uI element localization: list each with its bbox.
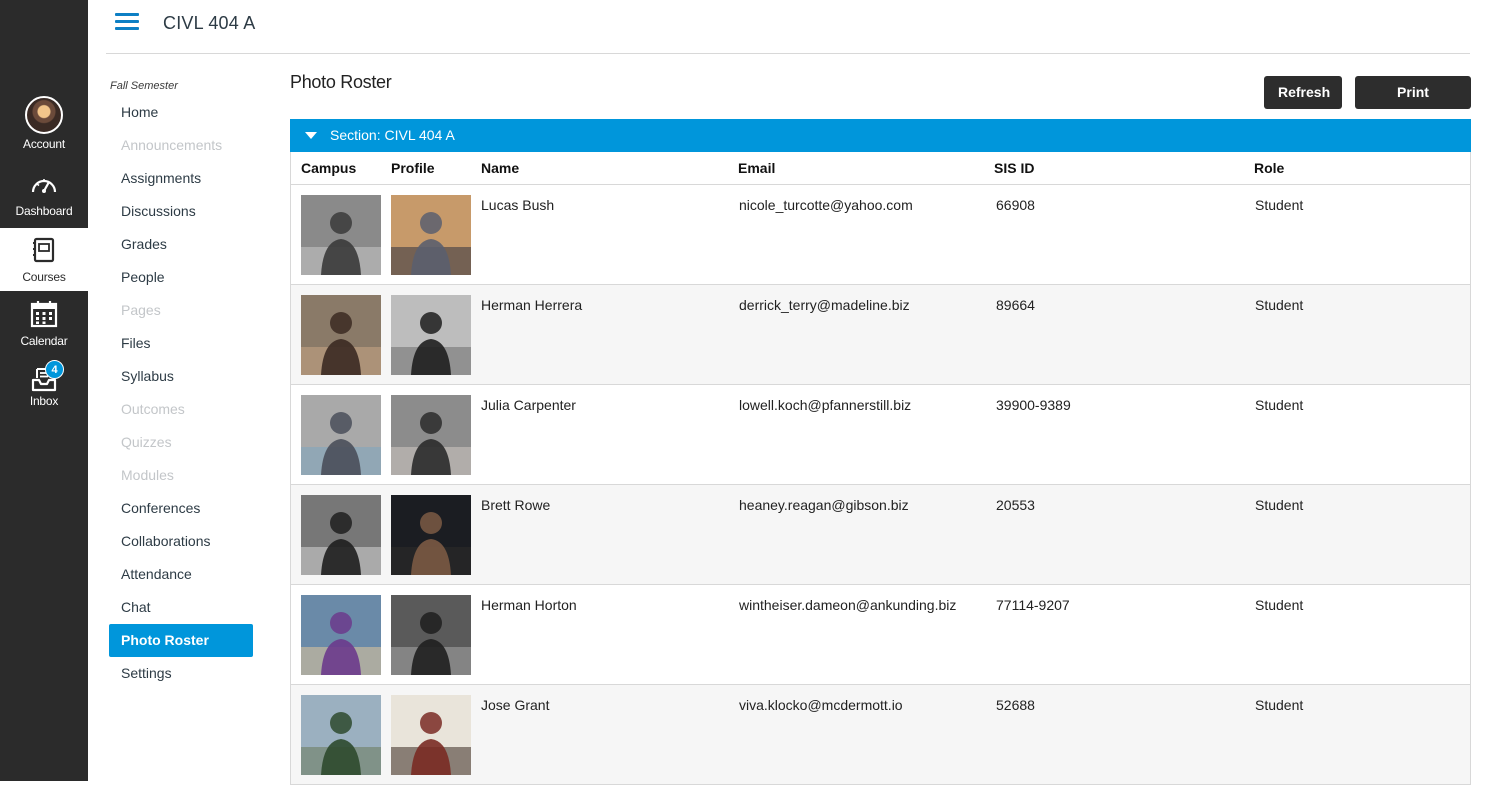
table-header: Campus Profile Name Email SIS ID Role (291, 152, 1470, 185)
table-row: Herman Horton wintheiser.dameon@ankunding… (291, 585, 1470, 685)
table-row: Lucas Bush nicole_turcotte@yahoo.com 66908… (291, 185, 1470, 285)
course-nav-item-collaborations[interactable]: Collaborations (109, 525, 253, 558)
student-name: Julia Carpenter (481, 397, 576, 413)
course-nav-item-grades[interactable]: Grades (109, 228, 253, 261)
header-email: Email (738, 160, 776, 176)
course-title[interactable]: CIVL 404 A (163, 13, 255, 34)
header-campus: Campus (301, 160, 357, 176)
global-nav-dashboard[interactable]: Dashboard (0, 172, 88, 228)
student-name: Herman Horton (481, 597, 577, 613)
course-nav-item-discussions[interactable]: Discussions (109, 195, 253, 228)
header-name: Name (481, 160, 520, 176)
student-role: Student (1255, 597, 1304, 613)
refresh-button[interactable]: Refresh (1264, 76, 1342, 109)
profile-photo[interactable] (391, 495, 471, 575)
table-row: Brett Rowe heaney.reagan@gibson.biz 20553 S… (291, 485, 1470, 585)
student-role: Student (1255, 497, 1304, 513)
student-sis-id: 20553 (996, 497, 1035, 513)
student-role: Student (1255, 297, 1304, 313)
student-email: heaney.reagan@gibson.biz (739, 497, 909, 513)
student-name: Brett Rowe (481, 497, 551, 513)
student-email: viva.klocko@mcdermott.io (739, 697, 903, 713)
calendar-icon (30, 301, 58, 328)
table-row: Herman Herrera derrick_terry@madeline.biz… (291, 285, 1470, 385)
campus-photo[interactable] (301, 695, 381, 775)
student-email: wintheiser.dameon@ankunding.biz (739, 597, 957, 613)
student-role: Student (1255, 697, 1304, 713)
course-nav-item-attendance[interactable]: Attendance (109, 558, 253, 591)
student-email: derrick_terry@madeline.biz (739, 297, 910, 313)
student-sis-id: 66908 (996, 197, 1035, 213)
table-row: Jose Grant viva.klocko@mcdermott.io 52688 S… (291, 685, 1470, 785)
student-name: Herman Herrera (481, 297, 583, 313)
student-name: Jose Grant (481, 697, 550, 713)
profile-photo[interactable] (391, 295, 471, 375)
course-nav-item-outcomes[interactable]: Outcomes (109, 393, 253, 426)
campus-photo[interactable] (301, 395, 381, 475)
profile-photo[interactable] (391, 695, 471, 775)
global-nav-courses-label: Courses (22, 270, 66, 284)
course-nav-item-quizzes[interactable]: Quizzes (109, 426, 253, 459)
course-nav: Fall Semester Home Announcements Assignmen… (109, 78, 259, 690)
print-preview-button[interactable]: Print Preveiw (1355, 76, 1471, 133)
section-toggle[interactable]: Section: CIVL 404 A (290, 119, 1471, 152)
student-email: lowell.koch@pfannerstill.biz (739, 397, 912, 413)
account-avatar (25, 96, 63, 134)
student-name: Lucas Bush (481, 197, 555, 213)
global-nav-calendar-label: Calendar (20, 334, 68, 348)
global-nav-inbox[interactable]: 4 Inbox (0, 360, 88, 416)
course-nav-item-modules[interactable]: Modules (109, 459, 253, 492)
course-header: CIVL 404 A (106, 0, 1470, 54)
campus-photo[interactable] (301, 295, 381, 375)
inbox-unread-badge: 4 (45, 360, 64, 379)
course-nav-item-photo-roster[interactable]: Photo Roster (109, 624, 253, 657)
global-nav-account-label: Account (23, 137, 65, 151)
header-role: Role (1254, 160, 1285, 176)
course-nav-item-files[interactable]: Files (109, 327, 253, 360)
course-nav-item-pages[interactable]: Pages (109, 294, 253, 327)
campus-photo[interactable] (301, 195, 381, 275)
hamburger-menu-icon[interactable] (115, 13, 139, 33)
courses-book-icon (33, 237, 55, 263)
course-nav-item-assignments[interactable]: Assignments (109, 162, 253, 195)
course-nav-item-conferences[interactable]: Conferences (109, 492, 253, 525)
table-row: Julia Carpenter lowell.koch@pfannerstill.… (291, 385, 1470, 485)
course-nav-item-chat[interactable]: Chat (109, 591, 253, 624)
student-role: Student (1255, 397, 1304, 413)
profile-photo[interactable] (391, 395, 471, 475)
course-nav-item-syllabus[interactable]: Syllabus (109, 360, 253, 393)
header-profile: Profile (391, 160, 435, 176)
campus-photo[interactable] (301, 495, 381, 575)
student-sis-id: 52688 (996, 697, 1035, 713)
course-nav-item-settings[interactable]: Settings (109, 657, 253, 690)
page-title: Photo Roster (290, 72, 392, 92)
global-nav-inbox-label: Inbox (29, 394, 59, 408)
header-sis-id: SIS ID (994, 160, 1035, 176)
caret-down-icon (305, 132, 317, 139)
course-nav-item-people[interactable]: People (109, 261, 253, 294)
global-nav-calendar[interactable]: Calendar (0, 300, 88, 356)
term-label: Fall Semester (110, 80, 178, 92)
profile-photo[interactable] (391, 195, 471, 275)
course-nav-item-announcements[interactable]: Announcements (109, 129, 253, 162)
student-role: Student (1255, 197, 1304, 213)
dashboard-icon (31, 179, 57, 193)
global-nav-dashboard-label: Dashboard (15, 204, 73, 218)
global-nav: Account Dashboard Courses Calendar 4 Inb… (0, 0, 88, 781)
course-nav-item-home[interactable]: Home (109, 96, 253, 129)
student-sis-id: 39900-9389 (996, 397, 1071, 413)
roster-table: Campus Profile Name Email SIS ID Role Lu… (290, 152, 1471, 785)
section-label: Section: CIVL 404 A (330, 127, 455, 143)
student-sis-id: 89664 (996, 297, 1035, 313)
global-nav-courses[interactable]: Courses (0, 228, 88, 291)
student-email: nicole_turcotte@yahoo.com (739, 197, 913, 213)
campus-photo[interactable] (301, 595, 381, 675)
student-sis-id: 77114-9207 (996, 597, 1070, 613)
profile-photo[interactable] (391, 595, 471, 675)
global-nav-account[interactable]: Account (0, 96, 88, 156)
